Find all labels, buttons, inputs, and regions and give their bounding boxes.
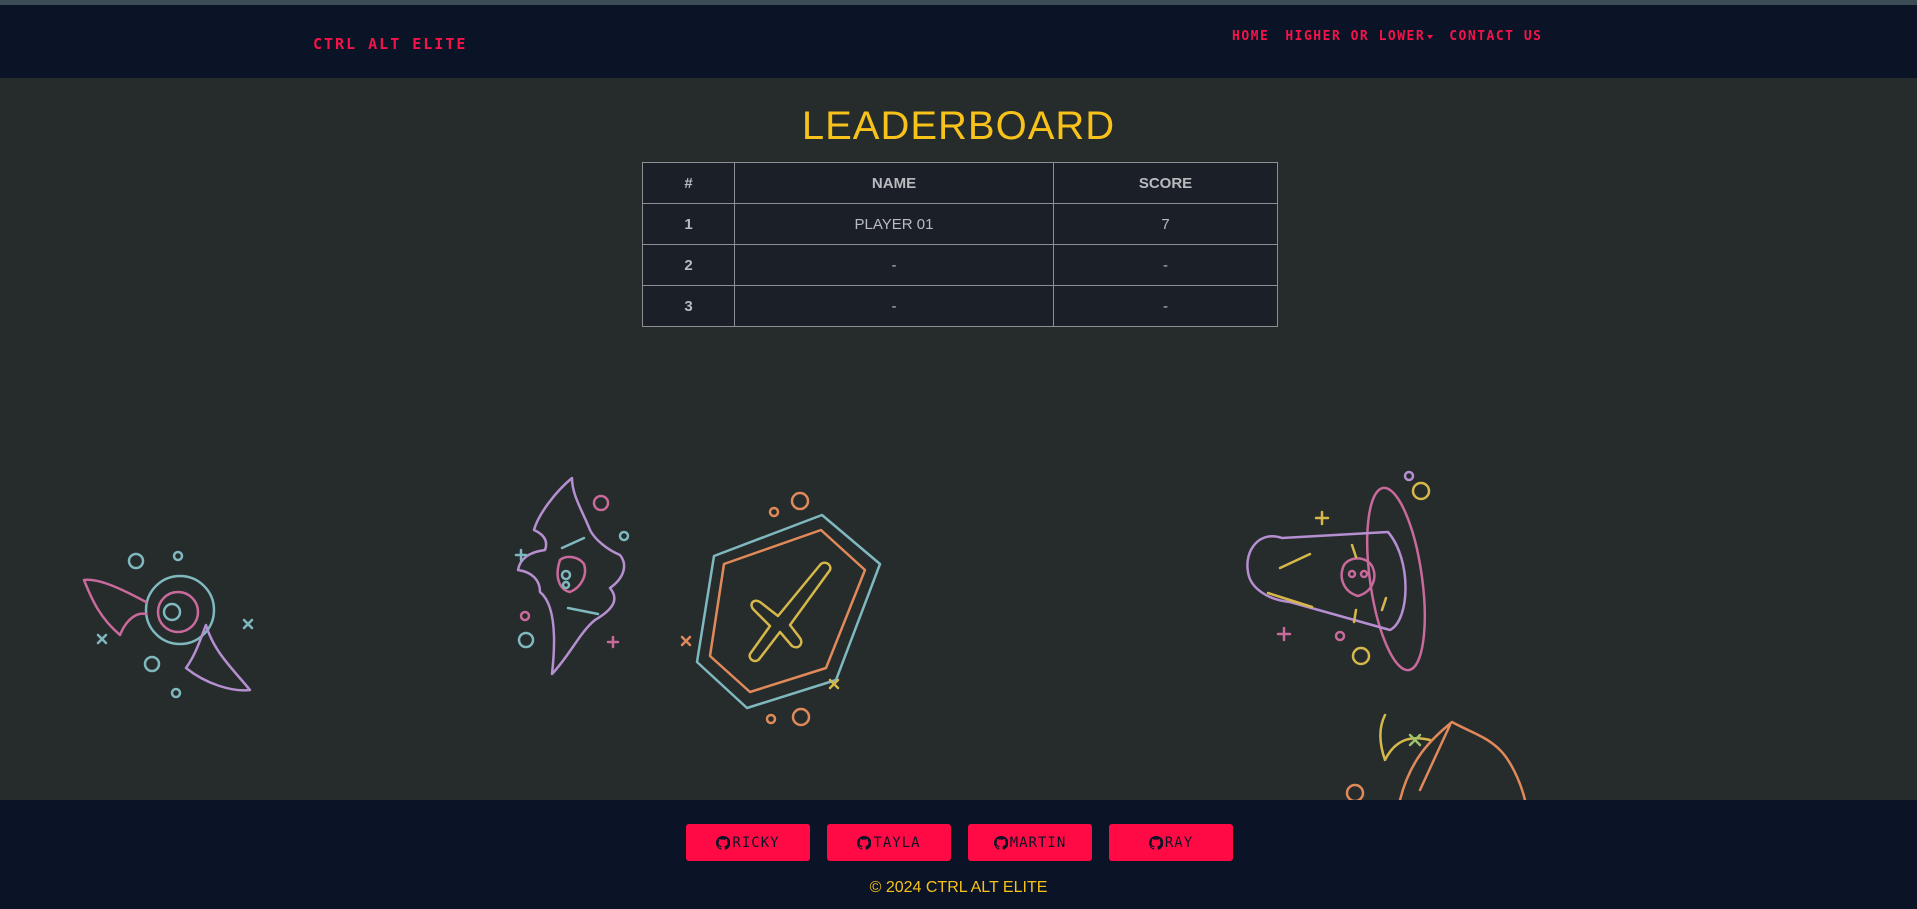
footer: RICKY TAYLA MARTIN RAY © 2024 CTRL ALT E… [0, 800, 1917, 909]
header-score: SCORE [1053, 162, 1278, 204]
cell-rank: 3 [642, 285, 735, 327]
github-icon [1148, 835, 1163, 850]
bat-eyeball-icon [82, 550, 254, 699]
header-name: NAME [734, 162, 1054, 204]
cell-score: - [1053, 244, 1278, 286]
flame-icon [1345, 713, 1527, 800]
cell-score: - [1053, 285, 1278, 327]
page-title: LEADERBOARD [801, 104, 1116, 148]
cell-rank: 1 [642, 203, 735, 245]
navbar: CTRL ALT ELITE HOME HIGHER OR LOWER CONT… [0, 5, 1917, 78]
skull-coffin-icon [1246, 470, 1431, 672]
github-icon [993, 835, 1008, 850]
button-label: MARTIN [1009, 834, 1067, 851]
github-button-martin[interactable]: MARTIN [968, 824, 1092, 861]
github-button-ricky[interactable]: RICKY [686, 824, 810, 861]
bat-icon [514, 476, 630, 676]
cell-name: PLAYER 01 [734, 203, 1054, 245]
nav-home[interactable]: HOME [1232, 29, 1269, 44]
table-row: 2 - - [642, 244, 1278, 286]
table-header-row: # NAME SCORE [642, 162, 1278, 204]
cell-rank: 2 [642, 244, 735, 286]
nav-higher-or-lower[interactable]: HIGHER OR LOWER [1285, 29, 1434, 44]
button-label: RAY [1164, 834, 1194, 851]
halloween-background-doodles [0, 460, 1917, 800]
leaderboard-table: # NAME SCORE 1 PLAYER 01 7 2 - - 3 - - [642, 162, 1278, 327]
github-icon [716, 835, 731, 850]
copyright: © 2024 CTRL ALT ELITE [869, 879, 1048, 896]
header-rank: # [642, 162, 735, 204]
contributor-buttons: RICKY TAYLA MARTIN RAY [686, 824, 1233, 861]
table-row: 1 PLAYER 01 7 [642, 203, 1278, 245]
github-button-ray[interactable]: RAY [1109, 824, 1233, 861]
nav-links: HOME HIGHER OR LOWER CONTACT US [1232, 29, 1543, 44]
brand-link[interactable]: CTRL ALT ELITE [313, 35, 467, 53]
coffin-icon [680, 491, 882, 727]
table-row: 3 - - [642, 285, 1278, 327]
nav-higher-or-lower-label: HIGHER OR LOWER [1285, 29, 1426, 44]
github-icon [857, 835, 872, 850]
cell-name: - [734, 285, 1054, 327]
caret-down-icon [1427, 34, 1434, 39]
cell-score: 7 [1053, 203, 1278, 245]
github-button-tayla[interactable]: TAYLA [827, 824, 951, 861]
nav-contact-us[interactable]: CONTACT US [1449, 29, 1542, 44]
cell-name: - [734, 244, 1054, 286]
button-label: RICKY [732, 834, 780, 851]
button-label: TAYLA [873, 834, 921, 851]
